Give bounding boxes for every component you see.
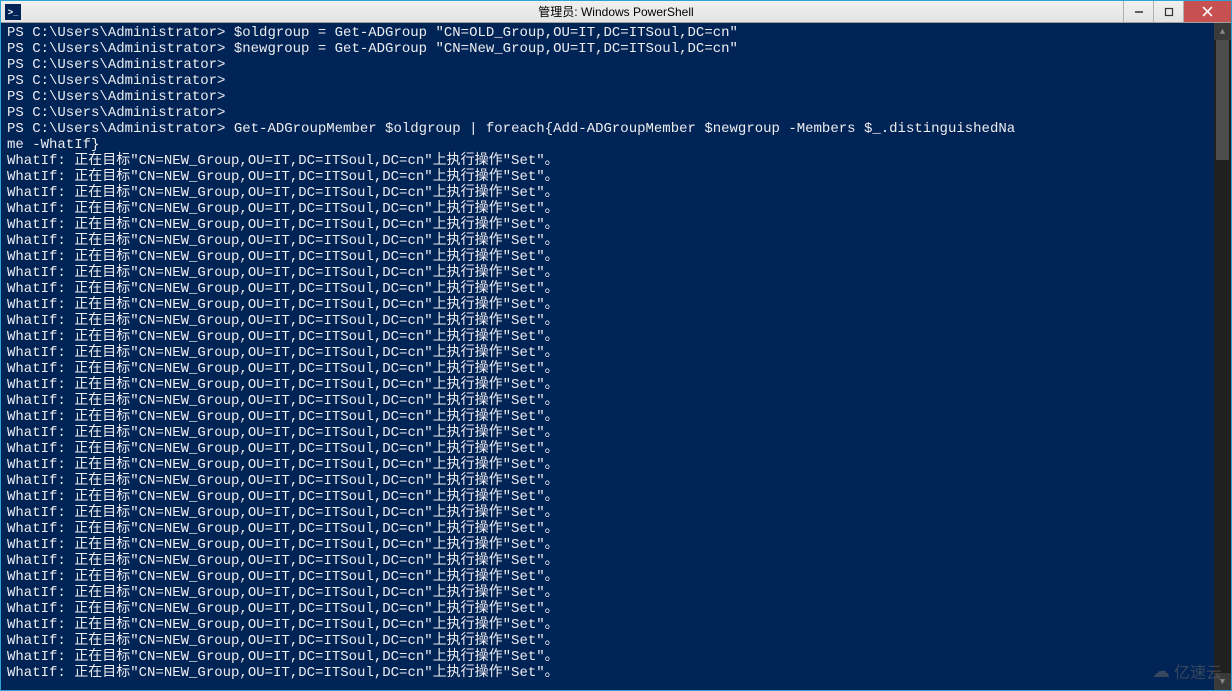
window-controls [1123, 1, 1231, 22]
powershell-window: >_ 管理员: Windows PowerShell PS C:\Users\A… [0, 0, 1232, 691]
close-icon [1202, 6, 1213, 17]
titlebar[interactable]: >_ 管理员: Windows PowerShell [1, 1, 1231, 23]
scrollbar[interactable]: ▲ ▼ [1214, 23, 1231, 690]
minimize-icon [1134, 7, 1144, 17]
terminal-output[interactable]: PS C:\Users\Administrator> $oldgroup = G… [1, 23, 1231, 690]
minimize-button[interactable] [1123, 1, 1153, 22]
terminal-lines: PS C:\Users\Administrator> $oldgroup = G… [7, 25, 1231, 681]
scroll-down-button[interactable]: ▼ [1214, 673, 1231, 690]
maximize-button[interactable] [1153, 1, 1183, 22]
scroll-up-button[interactable]: ▲ [1214, 23, 1231, 40]
scroll-track[interactable] [1214, 40, 1231, 673]
scroll-thumb[interactable] [1216, 40, 1229, 160]
close-button[interactable] [1183, 1, 1231, 22]
maximize-icon [1164, 7, 1174, 17]
powershell-icon: >_ [5, 4, 21, 20]
window-title: 管理员: Windows PowerShell [538, 3, 693, 20]
